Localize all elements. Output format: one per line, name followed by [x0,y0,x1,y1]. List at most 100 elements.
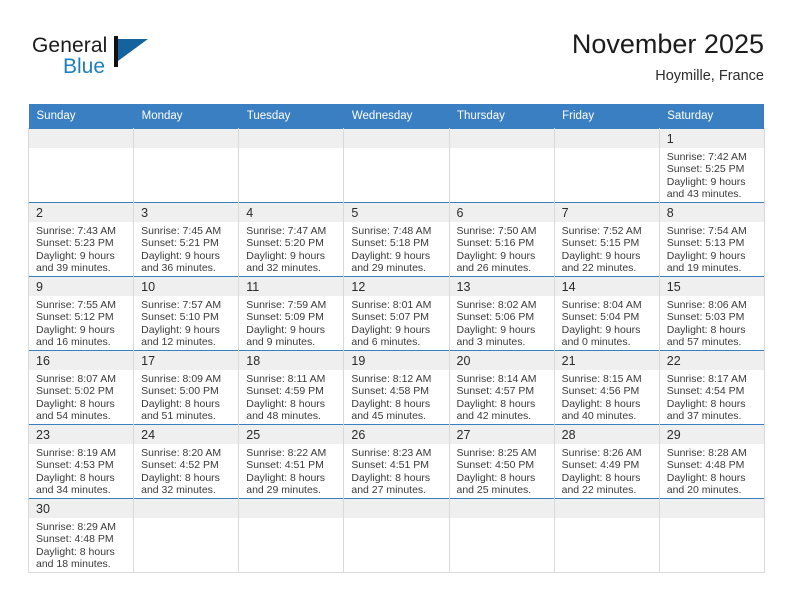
day-number-band: 10 [134,277,239,296]
daylight-text-line1: Daylight: 9 hours [456,323,536,336]
sunrise-text: Sunrise: 8:01 AM [351,299,432,311]
weekday-header-sunday: Sunday [28,104,134,129]
calendar-day-cell[interactable]: 9 Sunrise: 7:55 AM Sunset: 5:12 PM Daylight… [27,276,135,351]
calendar-day-cell[interactable]: 20 Sunrise: 8:14 AM Sunset: 4:57 PM Dayligh… [449,350,555,425]
day-number-band: 27 [449,425,554,444]
sunset-text: Sunset: 4:52 PM [141,459,219,472]
day-number-band: 1 [659,129,764,148]
day-number: 27 [456,428,471,442]
daylight-text-line1: Daylight: 9 hours [456,249,536,262]
calendar-day-cell[interactable]: 11 Sunrise: 7:59 AM Sunset: 5:09 PM Dayligh… [238,276,345,351]
calendar-day-cell[interactable]: 28 Sunrise: 8:26 AM Sunset: 4:49 PM Dayligh… [554,424,660,499]
day-number: 2 [36,206,43,220]
daylight-text-line2: and 18 minutes. [36,558,111,571]
day-number-band: 19 [344,351,449,370]
sunrise-text: Sunrise: 8:11 AM [246,373,326,385]
daylight-text-line2: and 54 minutes. [36,410,111,423]
calendar-day-cell[interactable]: 15 Sunrise: 8:06 AM Sunset: 5:03 PM Dayligh… [659,276,765,351]
calendar-week-row: 2 Sunrise: 7:43 AM Sunset: 5:23 PM Daylight… [27,202,765,277]
daylight-text-line1: Daylight: 8 hours [666,323,746,336]
calendar-day-cell-empty [27,128,135,203]
calendar-day-cell[interactable]: 30 Sunrise: 8:29 AM Sunset: 4:48 PM Dayligh… [27,498,135,573]
day-number-band: 5 [344,203,449,222]
calendar-day-cell[interactable]: 18 Sunrise: 8:11 AM Sunset: 4:59 PM Dayligh… [238,350,345,425]
calendar-day-cell[interactable]: 21 Sunrise: 8:15 AM Sunset: 4:56 PM Dayligh… [554,350,660,425]
calendar-day-cell[interactable]: 7 Sunrise: 7:52 AM Sunset: 5:15 PM Daylight… [554,202,660,277]
day-number: 18 [246,354,261,368]
day-sun-info: Sunrise: 7:42 AM Sunset: 5:25 PM Daylight:… [660,148,764,201]
calendar-day-cell[interactable]: 19 Sunrise: 8:12 AM Sunset: 4:58 PM Dayligh… [343,350,450,425]
sunset-text: Sunset: 4:51 PM [246,459,324,472]
daylight-text-line1: Daylight: 9 hours [666,249,746,262]
calendar-week-row: 9 Sunrise: 7:55 AM Sunset: 5:12 PM Daylight… [27,276,765,351]
calendar-day-cell[interactable]: 3 Sunrise: 7:45 AM Sunset: 5:21 PM Daylight… [133,202,240,277]
day-number-band: 12 [344,277,449,296]
daylight-text-line1: Daylight: 8 hours [246,471,326,484]
page-title: November 2025 [571,29,764,59]
day-number: 9 [36,280,43,294]
day-number-band [554,129,659,148]
daylight-text-line2: and 32 minutes. [141,484,216,497]
day-number-band: 28 [554,425,659,444]
day-number-band: 26 [344,425,449,444]
calendar-day-cell[interactable]: 27 Sunrise: 8:25 AM Sunset: 4:50 PM Dayligh… [449,424,555,499]
daylight-text-line2: and 9 minutes. [246,336,316,349]
calendar-day-cell[interactable]: 4 Sunrise: 7:47 AM Sunset: 5:20 PM Daylight… [238,202,345,277]
sunset-text: Sunset: 4:58 PM [351,385,430,398]
calendar-day-cell[interactable]: 22 Sunrise: 8:17 AM Sunset: 4:54 PM Dayligh… [659,350,765,425]
daylight-text-line2: and 48 minutes. [246,410,321,423]
calendar-day-cell[interactable]: 14 Sunrise: 8:04 AM Sunset: 5:04 PM Dayligh… [554,276,660,351]
day-number: 10 [141,280,156,294]
daylight-text-line1: Daylight: 8 hours [36,397,115,410]
brand-logo[interactable]: General Blue [32,34,212,96]
daylight-text-line2: and 45 minutes. [351,410,427,423]
calendar-day-cell[interactable]: 17 Sunrise: 8:09 AM Sunset: 5:00 PM Dayligh… [133,350,240,425]
day-number: 20 [456,354,471,368]
day-sun-info: Sunrise: 8:06 AM Sunset: 5:03 PM Daylight:… [660,296,764,349]
daylight-text-line2: and 0 minutes. [561,336,631,349]
calendar-day-cell[interactable]: 29 Sunrise: 8:28 AM Sunset: 4:48 PM Dayligh… [659,424,765,499]
calendar-day-cell[interactable]: 23 Sunrise: 8:19 AM Sunset: 4:53 PM Dayligh… [27,424,135,499]
day-number-band [239,499,344,518]
sunset-text: Sunset: 5:09 PM [246,311,324,324]
calendar-week-row: 1 Sunrise: 7:42 AM Sunset: 5:25 PM Daylight… [27,128,765,203]
day-number: 14 [561,280,576,294]
day-number: 28 [561,428,576,442]
day-number-band: 13 [449,277,554,296]
flag-triangle-shape [118,39,148,61]
day-sun-info: Sunrise: 8:14 AM Sunset: 4:57 PM Daylight:… [450,370,554,423]
daylight-text-line2: and 22 minutes. [561,262,637,275]
calendar-day-cell[interactable]: 26 Sunrise: 8:23 AM Sunset: 4:51 PM Dayligh… [343,424,450,499]
sunset-text: Sunset: 5:18 PM [351,237,430,250]
sunrise-text: Sunrise: 8:17 AM [666,373,747,385]
calendar-day-cell[interactable]: 2 Sunrise: 7:43 AM Sunset: 5:23 PM Daylight… [27,202,135,277]
day-number-band [29,129,134,148]
sunset-text: Sunset: 4:48 PM [36,533,114,546]
daylight-text-line1: Daylight: 9 hours [36,249,115,262]
day-sun-info: Sunrise: 8:20 AM Sunset: 4:52 PM Daylight:… [134,444,238,497]
daylight-text-line1: Daylight: 9 hours [246,323,326,336]
calendar-day-cell[interactable]: 16 Sunrise: 8:07 AM Sunset: 5:02 PM Dayligh… [27,350,135,425]
daylight-text-line2: and 3 minutes. [456,336,526,349]
calendar-day-cell[interactable]: 5 Sunrise: 7:48 AM Sunset: 5:18 PM Daylight… [343,202,450,277]
sunset-text: Sunset: 5:13 PM [666,237,745,250]
calendar-day-cell[interactable]: 10 Sunrise: 7:57 AM Sunset: 5:10 PM Dayligh… [133,276,240,351]
day-sun-info: Sunrise: 8:19 AM Sunset: 4:53 PM Daylight:… [29,444,133,497]
day-number-band: 15 [659,277,764,296]
sunset-text: Sunset: 5:04 PM [561,311,640,324]
brand-name-bottom: Blue [63,55,106,78]
calendar-day-cell[interactable]: 25 Sunrise: 8:22 AM Sunset: 4:51 PM Dayligh… [238,424,345,499]
day-sun-info: Sunrise: 7:54 AM Sunset: 5:13 PM Daylight:… [660,222,764,275]
calendar-day-cell[interactable]: 6 Sunrise: 7:50 AM Sunset: 5:16 PM Daylight… [449,202,555,277]
sunrise-text: Sunrise: 8:28 AM [666,447,747,459]
day-number: 30 [36,502,50,516]
calendar-day-cell[interactable]: 12 Sunrise: 8:01 AM Sunset: 5:07 PM Dayligh… [343,276,450,351]
calendar-day-cell[interactable]: 13 Sunrise: 8:02 AM Sunset: 5:06 PM Dayligh… [449,276,555,351]
day-number-band [659,499,764,518]
calendar-day-cell[interactable]: 1 Sunrise: 7:42 AM Sunset: 5:25 PM Daylight… [659,128,765,203]
daylight-text-line2: and 43 minutes. [666,188,742,201]
calendar-day-cell[interactable]: 8 Sunrise: 7:54 AM Sunset: 5:13 PM Daylight… [659,202,765,277]
calendar-day-cell[interactable]: 24 Sunrise: 8:20 AM Sunset: 4:52 PM Dayligh… [133,424,240,499]
blue-flag-triangle-icon [114,36,149,67]
calendar-body: 1 Sunrise: 7:42 AM Sunset: 5:25 PM Daylight… [27,128,765,573]
